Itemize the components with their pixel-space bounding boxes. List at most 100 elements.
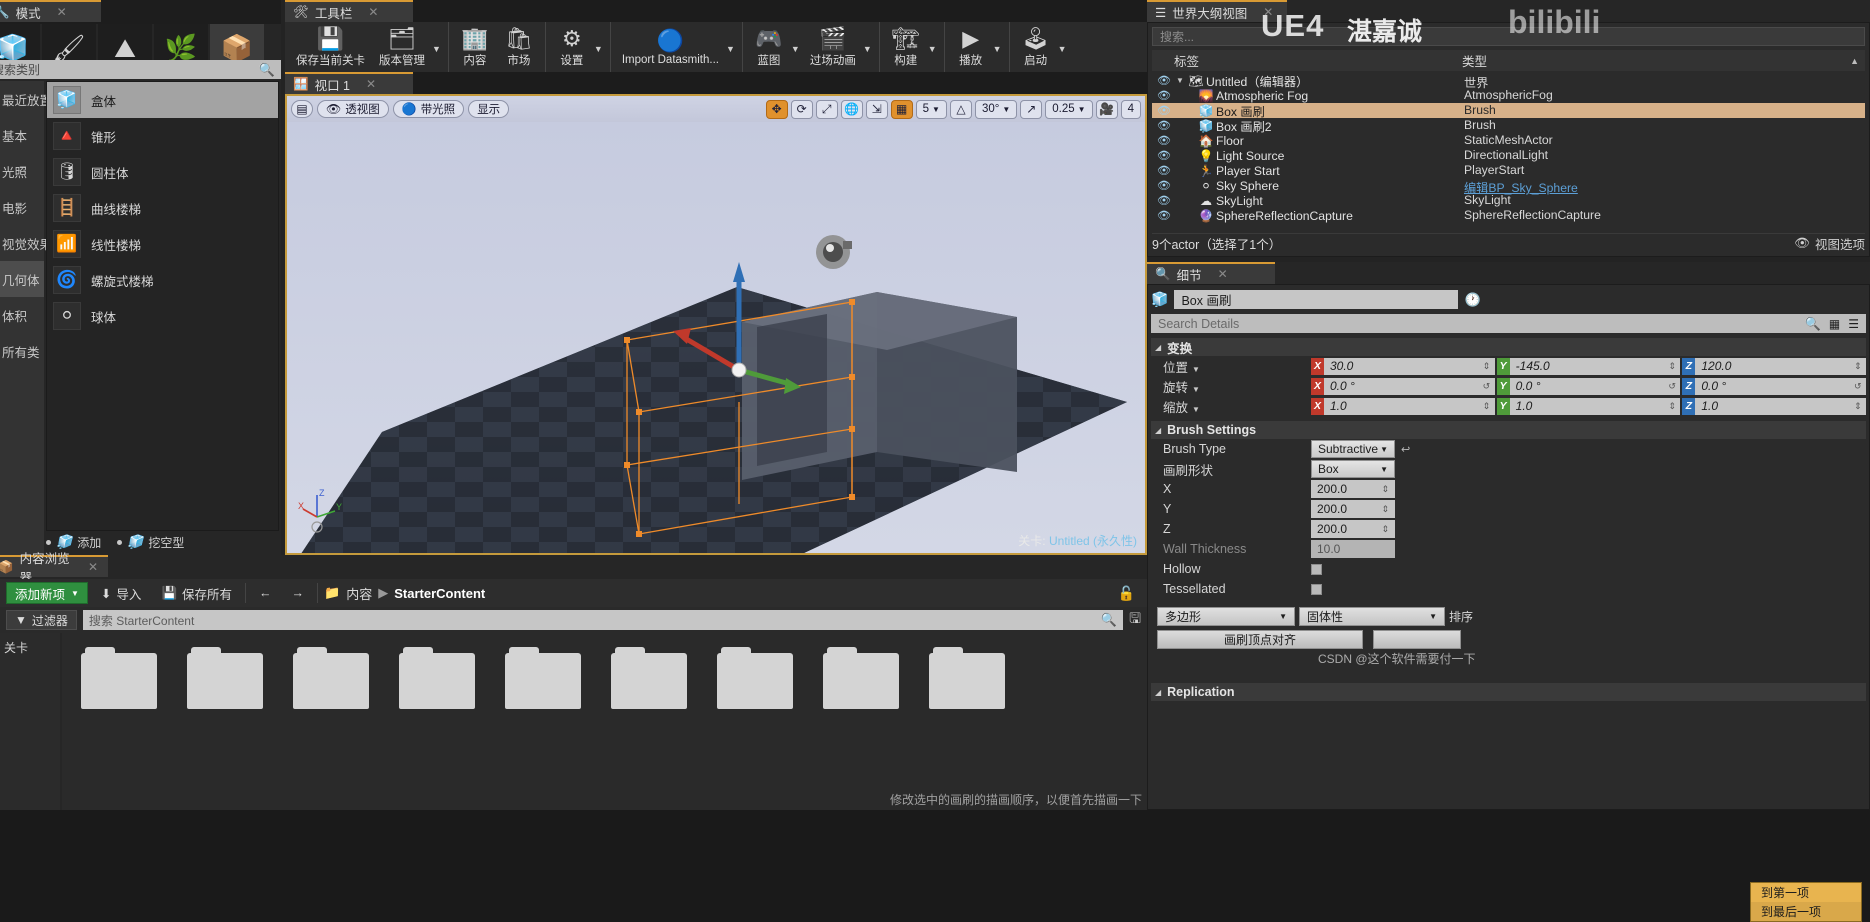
brush-vertex-align-button[interactable]: 画刷顶点对齐 bbox=[1157, 630, 1363, 649]
angle-snap-toggle[interactable]: △ bbox=[949, 99, 972, 119]
category-geometry[interactable]: 几何体 bbox=[0, 261, 44, 297]
asset-item[interactable] bbox=[74, 647, 164, 709]
close-icon[interactable]: ✕ bbox=[57, 5, 67, 19]
table-row[interactable]: 👁 ⚪ Sky Sphere 编辑BP_Sky_Sphere bbox=[1152, 178, 1865, 196]
spinner-icon[interactable]: ⇕ bbox=[1381, 504, 1389, 515]
viewport-options-button[interactable]: ▤ bbox=[291, 100, 313, 118]
list-view-icon[interactable]: ☰ bbox=[1848, 317, 1859, 331]
scale-z-field[interactable]: Z 1.0 ⇕ bbox=[1682, 397, 1867, 415]
chevron-down-icon[interactable]: ▼ bbox=[928, 44, 940, 54]
build-button[interactable]: 🏗 构建 bbox=[884, 25, 928, 69]
scale-gizmo-toggle[interactable]: ⤢ bbox=[815, 99, 838, 119]
grid-view-icon[interactable]: ▦ bbox=[1829, 317, 1840, 331]
nav-back-button[interactable]: ← bbox=[252, 582, 279, 604]
location-label[interactable]: 位置 ▼ bbox=[1151, 357, 1311, 376]
spinner-icon[interactable]: ⇕ bbox=[1668, 401, 1680, 412]
launch-button[interactable]: 🕹 启动 bbox=[1014, 25, 1058, 69]
breadcrumb-content[interactable]: 内容 bbox=[346, 584, 372, 603]
source-control-button[interactable]: 🗂 版本管理 bbox=[372, 25, 432, 69]
outliner-search-input[interactable]: 搜索... bbox=[1152, 27, 1865, 46]
save-search-icon[interactable]: 🖫 bbox=[1129, 608, 1141, 632]
brush-y-input[interactable]: 200.0 ⇕ bbox=[1311, 500, 1395, 518]
table-row[interactable]: 👁 🏠 Floor StaticMeshActor bbox=[1152, 133, 1865, 148]
filter-button[interactable]: ▼ 过滤器 bbox=[6, 610, 77, 630]
table-row[interactable]: 👁 ▼ 🗺 Untitled（编辑器） 世界 bbox=[1152, 73, 1865, 91]
breadcrumb-startercontent[interactable]: StarterContent bbox=[394, 586, 485, 601]
table-row[interactable]: 👁 🔮 SphereReflectionCapture SphereReflec… bbox=[1152, 208, 1865, 223]
polygon-dropdown[interactable]: 多边形 ▼ bbox=[1157, 607, 1295, 626]
visibility-eye-icon[interactable]: 👁 bbox=[1152, 209, 1176, 222]
rotation-x-field[interactable]: X 0.0 ° ↺ bbox=[1311, 377, 1495, 395]
spinner-icon[interactable]: ⇕ bbox=[1483, 361, 1495, 372]
tessellated-checkbox[interactable] bbox=[1311, 583, 1322, 595]
category-all-classes[interactable]: 所有类 bbox=[0, 333, 44, 369]
cinematics-button[interactable]: 🎬 过场动画 bbox=[803, 25, 863, 69]
grid-snap-value[interactable]: 5 ▼ bbox=[915, 99, 947, 119]
category-recently-placed[interactable]: 最近放置 bbox=[0, 81, 52, 117]
lock-icon[interactable]: 🔓 bbox=[1118, 585, 1141, 602]
camera-speed-button[interactable]: 🎥 bbox=[1095, 99, 1118, 119]
asset-item[interactable] bbox=[498, 647, 588, 709]
close-icon[interactable]: ✕ bbox=[1263, 5, 1273, 19]
actor-name-input[interactable]: Box 画刷 bbox=[1174, 290, 1459, 309]
location-y-field[interactable]: Y -145.0 ⇕ bbox=[1496, 357, 1681, 375]
grid-snap-toggle[interactable]: ▦ bbox=[890, 99, 913, 119]
chevron-down-icon[interactable]: ▼ bbox=[791, 44, 803, 54]
category-basic[interactable]: 基本 bbox=[0, 117, 44, 153]
save-current-level-button[interactable]: 💾 保存当前关卡 bbox=[289, 25, 372, 69]
category-volumes[interactable]: 体积 bbox=[0, 297, 44, 333]
chevron-down-icon[interactable]: ▼ bbox=[726, 44, 738, 54]
asset-item[interactable] bbox=[922, 647, 1012, 709]
nav-forward-button[interactable]: → bbox=[285, 582, 312, 604]
visibility-eye-icon[interactable]: 👁 bbox=[1152, 164, 1176, 177]
chevron-down-icon[interactable]: ▼ bbox=[993, 44, 1005, 54]
brush-subtract-option[interactable]: 🧊 挖空型 bbox=[117, 534, 184, 551]
chevron-down-icon[interactable]: ▼ bbox=[1058, 44, 1070, 54]
section-replication[interactable]: ◢ Replication bbox=[1151, 683, 1866, 701]
scale-snap-toggle[interactable]: ↗ bbox=[1020, 99, 1043, 119]
section-transform[interactable]: ◢ 变换 bbox=[1151, 338, 1866, 356]
brush-x-input[interactable]: 200.0 ⇕ bbox=[1311, 480, 1395, 498]
details-search-input[interactable]: Search Details 🔍 ▦ ☰ bbox=[1151, 314, 1866, 333]
order-button[interactable] bbox=[1373, 630, 1461, 649]
visibility-eye-icon[interactable]: 👁 bbox=[1152, 149, 1176, 162]
add-new-button[interactable]: 添加新项 ▼ bbox=[6, 582, 88, 604]
import-datasmith-button[interactable]: 🔵 Import Datasmith... bbox=[615, 27, 726, 67]
rotation-z-field[interactable]: Z 0.0 ° ↺ bbox=[1682, 377, 1867, 395]
brush-type-dropdown[interactable]: Subtractive ▼ bbox=[1311, 440, 1395, 458]
close-icon[interactable]: ✕ bbox=[366, 77, 376, 91]
brush-z-input[interactable]: 200.0 ⇕ bbox=[1311, 520, 1395, 538]
play-button[interactable]: ▶ 播放 bbox=[949, 25, 993, 69]
angle-snap-value[interactable]: 30° ▼ bbox=[974, 99, 1018, 119]
geometry-item-cone[interactable]: 🔺 锥形 bbox=[47, 118, 278, 154]
show-flags-button[interactable]: 显示 bbox=[468, 100, 510, 118]
close-icon[interactable]: ✕ bbox=[368, 5, 378, 19]
geometry-item-spiral-stair[interactable]: 🌀 螺旋式楼梯 bbox=[47, 262, 278, 298]
close-icon[interactable]: ✕ bbox=[1218, 267, 1228, 281]
column-header-label[interactable]: 标签 bbox=[1152, 51, 1462, 70]
tab-details[interactable]: 🔍 细节 ✕ bbox=[1147, 262, 1275, 284]
marketplace-button[interactable]: 🛍 市场 bbox=[497, 25, 541, 69]
asset-item[interactable] bbox=[392, 647, 482, 709]
table-row[interactable]: 👁 🏃 Player Start PlayerStart bbox=[1152, 163, 1865, 178]
tab-toolbar[interactable]: 🛠 工具栏 ✕ bbox=[285, 0, 413, 22]
hollow-checkbox[interactable] bbox=[1311, 563, 1322, 575]
content-button[interactable]: 🏢 内容 bbox=[453, 25, 497, 69]
scale-x-field[interactable]: X 1.0 ⇕ bbox=[1311, 397, 1495, 415]
menu-item-to-last[interactable]: 到最后一项 bbox=[1751, 902, 1861, 921]
chevron-down-icon[interactable]: ▼ bbox=[863, 44, 875, 54]
lit-mode-button[interactable]: 🔵 带光照 bbox=[392, 100, 465, 118]
reset-icon[interactable]: ↩ bbox=[1401, 443, 1410, 456]
solidity-dropdown[interactable]: 固体性 ▼ bbox=[1299, 607, 1445, 626]
geometry-item-sphere[interactable]: ⚪ 球体 bbox=[47, 298, 278, 334]
table-row[interactable]: 👁 🧊 Box 画刷2 Brush bbox=[1152, 118, 1865, 134]
tab-modes[interactable]: 🔧 模式 ✕ bbox=[0, 0, 101, 22]
geometry-item-linear-stair[interactable]: 📶 线性楼梯 bbox=[47, 226, 278, 262]
visibility-eye-icon[interactable]: 👁 bbox=[1152, 119, 1176, 132]
location-z-field[interactable]: Z 120.0 ⇕ bbox=[1682, 357, 1867, 375]
asset-item[interactable] bbox=[816, 647, 906, 709]
scale-y-field[interactable]: Y 1.0 ⇕ bbox=[1496, 397, 1681, 415]
asset-item[interactable] bbox=[604, 647, 694, 709]
chevron-down-icon[interactable]: ▼ bbox=[432, 44, 444, 54]
view-options-button[interactable]: 👁 视图选项 bbox=[1794, 234, 1865, 253]
